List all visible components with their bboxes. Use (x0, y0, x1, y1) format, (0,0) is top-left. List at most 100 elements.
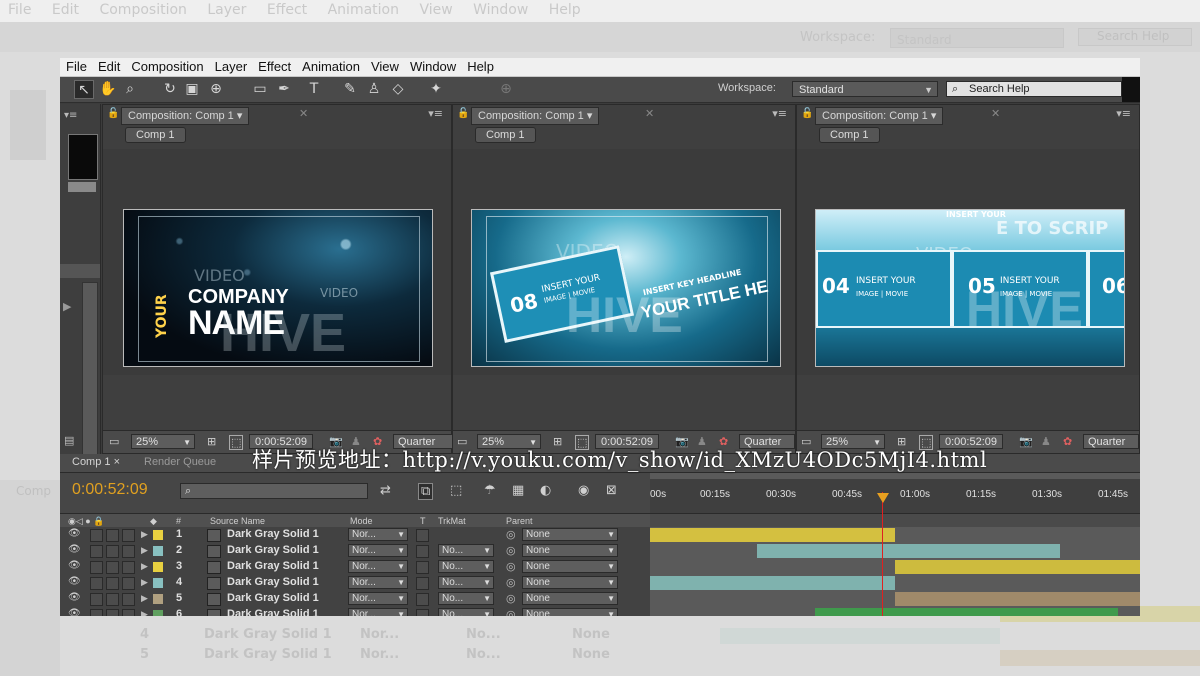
lock-icon[interactable]: 🔓 (801, 108, 813, 119)
audio-toggle[interactable] (90, 577, 103, 590)
menu-help[interactable]: Help (461, 58, 499, 74)
layer-duration-bar[interactable] (650, 576, 895, 590)
motion-blur-icon[interactable]: ◐ (540, 483, 551, 498)
label-color-swatch[interactable] (153, 546, 163, 556)
mode-select[interactable]: Nor... ▼ (348, 576, 408, 589)
mode-select[interactable]: Nor... ▼ (348, 592, 408, 605)
expand-triangle-icon[interactable]: ▶ (63, 300, 71, 313)
project-scrollbar[interactable] (82, 282, 98, 482)
close-icon[interactable]: ✕ (299, 107, 308, 120)
layer-duration-bar[interactable] (895, 592, 1140, 606)
layer-name[interactable]: Dark Gray Solid 1 (227, 608, 319, 616)
trkmat-select[interactable]: No... ▼ (438, 608, 494, 616)
label-color-swatch[interactable] (153, 578, 163, 588)
brainstorm-icon[interactable]: ⊠ (606, 483, 617, 498)
lock-toggle[interactable] (122, 561, 135, 574)
lock-icon[interactable]: 🔓 (107, 108, 119, 119)
expand-triangle-icon[interactable]: ▶ (141, 577, 148, 588)
parent-select[interactable]: None ▼ (522, 544, 618, 557)
preview-frame-3[interactable]: INSERT YOUR E TO SCRIP VIDEO 04 INSERT Y… (815, 209, 1125, 367)
layer-row[interactable]: 👁 ▶ 1 Dark Gray Solid 1 Nor... ▼ ◎ None ▼ (60, 527, 650, 544)
eye-icon[interactable]: 👁 (68, 560, 81, 571)
pickwhip-icon[interactable]: ◎ (506, 592, 516, 605)
mode-select[interactable]: Nor... ▼ (348, 544, 408, 557)
solo-toggle[interactable] (106, 561, 119, 574)
snapshot-icon[interactable]: 📷 (1019, 435, 1033, 448)
pickwhip-icon[interactable]: ◎ (506, 560, 516, 573)
trkmat-select[interactable]: No... ▼ (438, 560, 494, 573)
layer-duration-bar[interactable] (815, 608, 1118, 616)
audio-toggle[interactable] (90, 545, 103, 558)
audio-toggle[interactable] (90, 609, 103, 616)
graph-editor-icon[interactable]: ◉ (578, 483, 589, 498)
mode-select[interactable]: Nor... ▼ (348, 528, 408, 541)
current-time-indicator[interactable] (882, 492, 883, 616)
layer-row[interactable]: 👁 ▶ 5 Dark Gray Solid 1 Nor... ▼ No... ▼ ◎ None ▼ (60, 591, 650, 608)
menu-window[interactable]: Window (404, 58, 461, 74)
layer-name[interactable]: Dark Gray Solid 1 (227, 560, 319, 572)
type-tool-icon[interactable]: T (304, 80, 324, 99)
camera-tool-icon[interactable]: ▣ (182, 80, 202, 99)
pan-behind-tool-icon[interactable]: ⊕ (206, 80, 226, 99)
tab-render-queue[interactable]: Render Queue (144, 456, 216, 468)
frame-blending-icon[interactable]: ▦ (512, 483, 524, 498)
layer-row[interactable]: 👁 ▶ 3 Dark Gray Solid 1 Nor... ▼ No... ▼ ◎ None ▼ (60, 559, 650, 576)
preserve-transparency-toggle[interactable] (416, 529, 429, 542)
expand-triangle-icon[interactable]: ▶ (141, 609, 148, 616)
label-color-swatch[interactable] (153, 610, 163, 616)
menu-effect[interactable]: Effect (252, 58, 296, 74)
preserve-transparency-toggle[interactable] (416, 545, 429, 558)
comp-navigator-button[interactable]: Comp 1 (125, 127, 186, 143)
expand-triangle-icon[interactable]: ▶ (141, 561, 148, 572)
search-help-input[interactable]: ⌕ Search Help (946, 81, 1122, 97)
solo-toggle[interactable] (106, 529, 119, 542)
grid-icon[interactable]: ⊞ (207, 435, 216, 448)
track-area[interactable] (650, 527, 1140, 616)
close-icon[interactable]: ✕ (991, 107, 1000, 120)
solo-toggle[interactable] (106, 577, 119, 590)
resolution-select[interactable]: Quarter (1083, 434, 1139, 449)
current-time-indicator-head[interactable] (877, 493, 889, 503)
selection-tool-icon[interactable]: ↖ (74, 80, 94, 99)
audio-toggle[interactable] (90, 593, 103, 606)
layer-row[interactable]: 👁 ▶ 4 Dark Gray Solid 1 Nor... ▼ No... ▼ ◎ None ▼ (60, 575, 650, 592)
eraser-tool-icon[interactable]: ◇ (388, 80, 408, 99)
mode-select[interactable]: Nor... ▼ (348, 560, 408, 573)
pickwhip-icon[interactable]: ◎ (506, 576, 516, 589)
menu-view[interactable]: View (365, 58, 404, 74)
preserve-transparency-toggle[interactable] (416, 609, 429, 616)
comp-navigator-button[interactable]: Comp 1 (475, 127, 536, 143)
solo-toggle[interactable] (106, 545, 119, 558)
channel-icon[interactable]: ✿ (1063, 435, 1072, 448)
magnification-select[interactable]: 25% ▼ (131, 434, 195, 449)
clone-stamp-tool-icon[interactable]: ♙ (364, 80, 384, 99)
lock-toggle[interactable] (122, 529, 135, 542)
time-ruler[interactable]: 00s 00:15s 00:30s 00:45s 01:00s 01:15s 0… (650, 473, 1140, 513)
layer-name[interactable]: Dark Gray Solid 1 (227, 528, 319, 540)
comp-navigator-button[interactable]: Comp 1 (819, 127, 880, 143)
preserve-transparency-toggle[interactable] (416, 593, 429, 606)
eye-icon[interactable]: 👁 (68, 592, 81, 603)
preview-frame-2[interactable]: VIDEO 08 INSERT YOUR IMAGE | MOVIE INSER… (471, 209, 781, 367)
trkmat-select[interactable]: No... ▼ (438, 592, 494, 605)
hand-tool-icon[interactable]: ✋ (98, 80, 118, 99)
menu-animation[interactable]: Animation (296, 58, 365, 74)
layer-duration-bar[interactable] (757, 544, 1060, 558)
eye-icon[interactable]: 👁 (68, 576, 81, 587)
solo-toggle[interactable] (106, 593, 119, 606)
audio-toggle[interactable] (90, 529, 103, 542)
axis-mode-icon[interactable]: ⊕ (496, 80, 516, 99)
expand-triangle-icon[interactable]: ▶ (141, 593, 148, 604)
layer-row[interactable]: 👁 ▶ 2 Dark Gray Solid 1 Nor... ▼ No... ▼ ◎ None ▼ (60, 543, 650, 560)
trkmat-select[interactable]: No... ▼ (438, 544, 494, 557)
parent-select[interactable]: None ▼ (522, 608, 618, 616)
pickwhip-icon[interactable]: ◎ (506, 608, 516, 616)
col-source-name[interactable]: Source Name (210, 516, 265, 526)
panel-menu-icon[interactable]: ▾≡ (428, 107, 443, 120)
menu-file[interactable]: File (60, 58, 92, 74)
live-update-icon[interactable]: ⧉ (418, 483, 434, 500)
mask-visibility-icon[interactable]: ⬚ (229, 435, 244, 450)
preserve-transparency-toggle[interactable] (416, 561, 429, 574)
close-icon[interactable]: × (114, 456, 120, 468)
label-color-swatch[interactable] (153, 594, 163, 604)
